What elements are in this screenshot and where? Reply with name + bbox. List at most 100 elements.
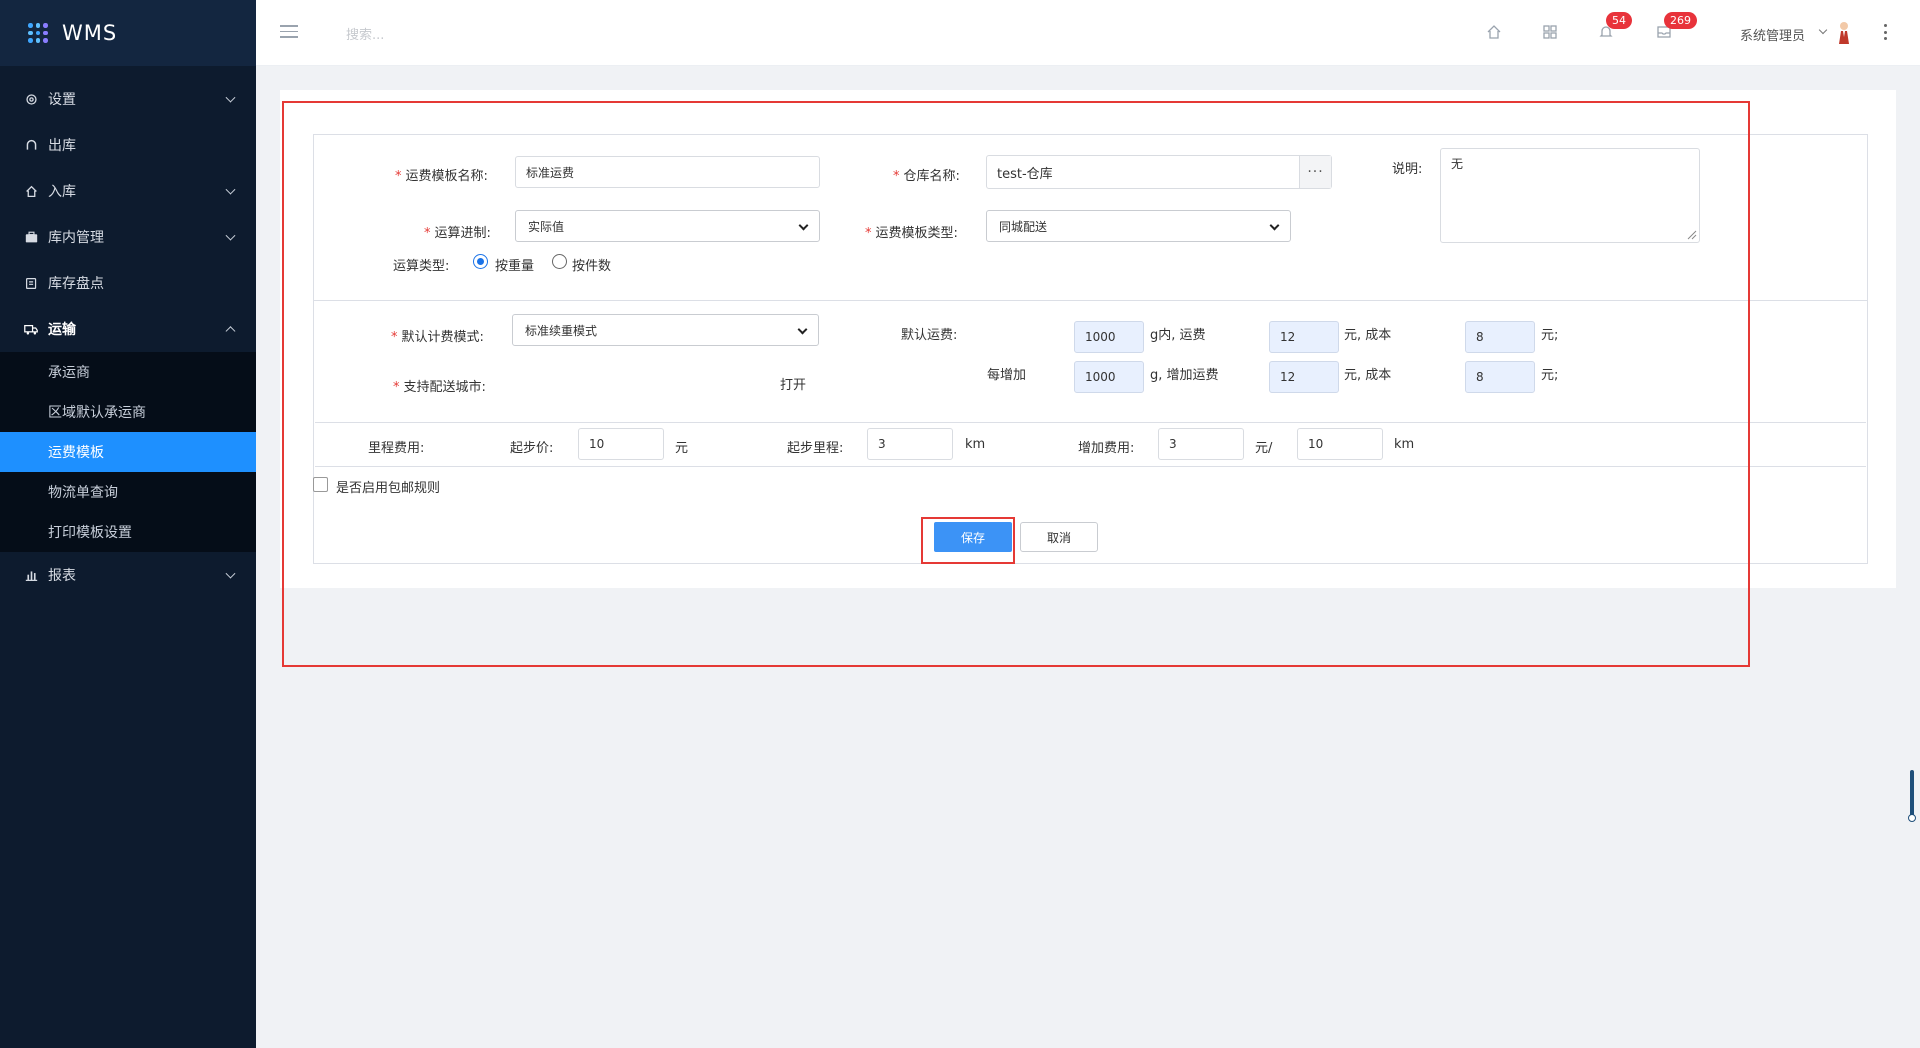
sidebar-subitem-regional-default-carrier[interactable]: 区域默认承运商 [0,392,256,432]
calc-type-count-radio[interactable] [552,254,567,269]
menu-toggle-icon[interactable] [280,25,298,39]
calc-type-weight-label: 按重量 [495,259,535,274]
start-price-unit: 元 [675,441,689,456]
delivery-cities-label: * 支持配送城市: [393,380,486,395]
sidebar: WMS 设置 出库 入库 库内管理 库存盘点 运输 承运商 区域默认承运商 运费… [0,0,256,1048]
bar-chart-icon [24,568,38,582]
message-icon[interactable]: 269 [1656,12,1697,42]
template-name-input[interactable] [515,156,820,188]
chevron-down-icon [798,220,809,231]
template-type-select[interactable]: 同城配送 [986,210,1291,242]
sidebar-item-reports[interactable]: 报表 [0,552,256,598]
chevron-down-icon [225,92,236,103]
sidebar-item-warehouse-management[interactable]: 库内管理 [0,214,256,260]
add-weight-unit: g, 增加运费 [1150,368,1219,383]
transport-submenu: 承运商 区域默认承运商 运费模板 物流单查询 打印模板设置 [0,352,256,552]
warehouse-input[interactable] [986,155,1332,189]
delivery-cities-open-link[interactable]: 打开 [780,374,806,393]
save-button[interactable]: 保存 [934,522,1012,552]
sidebar-item-label: 设置 [48,92,76,108]
sidebar-item-label: 库存盘点 [48,276,104,292]
more-options-icon[interactable] [1884,24,1888,40]
calc-type-count-label: 按件数 [572,259,612,274]
add-fee-input[interactable] [1269,361,1339,393]
template-name-label: * 运费模板名称: [395,169,488,184]
sidebar-item-label: 入库 [48,184,76,200]
add-fee-unit: 元, 成本 [1344,368,1392,383]
sidebar-subitem-carrier[interactable]: 承运商 [0,352,256,392]
sidebar-subitem-freight-template[interactable]: 运费模板 [0,432,256,472]
search-input[interactable] [346,22,586,48]
sidebar-subitem-print-template-settings[interactable]: 打印模板设置 [0,512,256,552]
default-fee-input[interactable] [1269,321,1339,353]
start-mileage-unit: km [965,437,986,452]
cancel-button[interactable]: 取消 [1020,522,1098,552]
start-price-input[interactable] [578,428,664,460]
sidebar-item-label: 报表 [48,568,76,584]
calc-type-label: 运算类型: [393,259,450,274]
chevron-down-icon [225,230,236,241]
default-cost-input[interactable] [1465,321,1535,353]
bell-icon[interactable]: 54 [1598,12,1632,42]
billing-mode-select[interactable]: 标准续重模式 [512,314,819,346]
scrollbar-knob[interactable] [1908,814,1916,822]
template-type-value: 同城配送 [999,219,1048,234]
chevron-down-icon [797,324,808,335]
sidebar-item-transport[interactable]: 运输 [0,306,256,352]
app-title: WMS [62,21,118,45]
sidebar-subitem-logistics-query[interactable]: 物流单查询 [0,472,256,512]
carry-mode-label: * 运算进制: [424,226,491,241]
inventory-icon [24,276,38,290]
start-mileage-input[interactable] [867,428,953,460]
add-weight-input[interactable] [1074,361,1144,393]
mileage-fee-label: 里程费用: [368,441,425,456]
sidebar-item-label: 库内管理 [48,230,104,246]
each-add-label: 每增加 [987,368,1027,383]
yuan-per-unit: 元/ [1255,441,1273,456]
scrollbar-thumb[interactable] [1910,770,1914,820]
sidebar-item-inbound[interactable]: 入库 [0,168,256,214]
outbound-icon [24,138,38,152]
chevron-down-icon[interactable] [1818,25,1828,35]
brand: WMS [0,0,256,66]
carry-mode-select[interactable]: 实际值 [515,210,820,242]
messages-badge: 269 [1664,12,1697,29]
calc-type-weight-radio[interactable] [473,254,488,269]
home-icon[interactable] [1486,24,1504,42]
add-cost-input[interactable] [1465,361,1535,393]
warehouse-label: * 仓库名称: [893,169,960,184]
billing-mode-value: 标准续重模式 [525,323,598,338]
description-label: 说明: [1392,162,1423,177]
default-cost-unit: 元; [1541,328,1559,343]
per-km-unit: km [1394,437,1415,452]
start-mileage-label: 起步里程: [787,441,844,456]
apps-icon[interactable] [1542,24,1560,42]
warehouse-browse-button[interactable]: ··· [1299,156,1331,188]
add-cost-unit: 元; [1541,368,1559,383]
sidebar-item-label: 运输 [48,322,76,338]
billing-mode-label: * 默认计费模式: [391,330,484,345]
truck-icon [24,322,38,336]
start-price-label: 起步价: [510,441,554,456]
default-fee-unit: 元, 成本 [1344,328,1392,343]
per-km-input[interactable] [1297,428,1383,460]
sidebar-item-inventory-count[interactable]: 库存盘点 [0,260,256,306]
default-fee-label: 默认运费: [901,328,958,343]
sidebar-item-outbound[interactable]: 出库 [0,122,256,168]
default-weight-input[interactable] [1074,321,1144,353]
gear-icon [24,92,38,106]
resize-grip-icon[interactable] [1687,230,1697,240]
default-weight-unit: g内, 运费 [1150,328,1206,343]
sidebar-item-settings[interactable]: 设置 [0,76,256,122]
sidebar-item-label: 出库 [48,138,76,154]
add-fee-mileage-input[interactable] [1158,428,1244,460]
chevron-down-icon [225,184,236,195]
free-shipping-checkbox[interactable] [313,477,328,492]
notifications-badge: 54 [1606,12,1632,29]
app-grid-icon[interactable] [28,23,48,43]
avatar[interactable] [1836,20,1852,46]
top-header: 54 269 系统管理员 [256,0,1920,66]
user-name[interactable]: 系统管理员 [1740,25,1805,44]
description-textarea[interactable]: 无 [1440,148,1700,243]
inbound-icon [24,184,38,198]
